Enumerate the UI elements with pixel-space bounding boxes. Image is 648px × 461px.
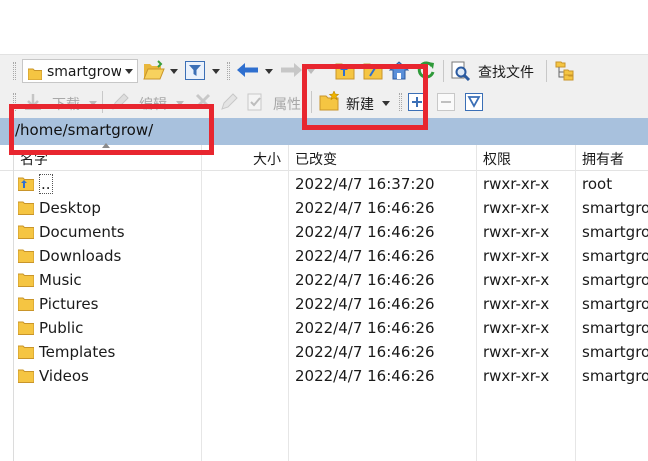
- collapse-icon: [437, 93, 455, 115]
- file-owner: root: [582, 175, 613, 193]
- toolbar-separator: [546, 60, 547, 82]
- folder-icon: [17, 200, 35, 219]
- file-name: Pictures: [39, 295, 99, 313]
- file-permissions: rwxr-xr-x: [483, 175, 550, 193]
- file-modified: 2022/4/7 16:46:26: [295, 271, 435, 289]
- column-header-modified[interactable]: 已改变: [295, 149, 337, 169]
- find-files-button[interactable]: 查找文件: [478, 62, 534, 82]
- file-owner: smartgrow: [582, 223, 648, 241]
- file-row[interactable]: Videos 2022/4/7 16:46:26 rwxr-xr-x smart…: [0, 364, 648, 388]
- file-owner: smartgrow: [582, 343, 648, 361]
- chevron-down-icon[interactable]: [212, 69, 220, 74]
- folder-tree-icon[interactable]: [555, 61, 575, 85]
- file-owner: smartgrow: [582, 247, 648, 265]
- file-modified: 2022/4/7 16:46:26: [295, 295, 435, 313]
- toolbar-separator: [443, 60, 444, 82]
- file-row[interactable]: Pictures 2022/4/7 16:46:26 rwxr-xr-x sma…: [0, 292, 648, 316]
- file-row[interactable]: Desktop 2022/4/7 16:46:26 rwxr-xr-x smar…: [0, 196, 648, 220]
- file-row[interactable]: Templates 2022/4/7 16:46:26 rwxr-xr-x sm…: [0, 340, 648, 364]
- file-owner: smartgrow: [582, 319, 648, 337]
- file-modified: 2022/4/7 16:46:26: [295, 223, 435, 241]
- file-name: Public: [39, 319, 84, 337]
- path-combo[interactable]: smartgrow: [22, 59, 138, 83]
- file-modified: 2022/4/7 16:37:20: [295, 175, 435, 193]
- folder-icon: [17, 224, 35, 243]
- file-list: .. 2022/4/7 16:37:20 rwxr-xr-x root Desk…: [0, 172, 648, 388]
- file-modified: 2022/4/7 16:46:26: [295, 367, 435, 385]
- file-owner: smartgrow: [582, 367, 648, 385]
- folder-icon: [17, 296, 35, 315]
- folder-icon: [17, 272, 35, 291]
- file-owner: smartgrow: [582, 295, 648, 313]
- parent-folder-icon: [17, 176, 35, 195]
- toolbar-grip[interactable]: [13, 62, 16, 80]
- toolbar-grip[interactable]: [227, 62, 230, 80]
- forward-arrow-icon: [280, 62, 302, 82]
- properties-icon: [246, 93, 264, 115]
- file-name: Downloads: [39, 247, 122, 265]
- file-permissions: rwxr-xr-x: [483, 343, 550, 361]
- column-header-size[interactable]: 大小: [253, 149, 281, 169]
- file-row[interactable]: Public 2022/4/7 16:46:26 rwxr-xr-x smart…: [0, 316, 648, 340]
- folder-icon: [17, 368, 35, 387]
- file-row[interactable]: .. 2022/4/7 16:37:20 rwxr-xr-x root: [0, 172, 648, 196]
- file-row[interactable]: Downloads 2022/4/7 16:46:26 rwxr-xr-x sm…: [0, 244, 648, 268]
- file-row[interactable]: Documents 2022/4/7 16:46:26 rwxr-xr-x sm…: [0, 220, 648, 244]
- folder-icon: [17, 320, 35, 339]
- file-row[interactable]: Music 2022/4/7 16:46:26 rwxr-xr-x smartg…: [0, 268, 648, 292]
- file-modified: 2022/4/7 16:46:26: [295, 199, 435, 217]
- column-header-owner[interactable]: 拥有者: [582, 149, 624, 169]
- file-permissions: rwxr-xr-x: [483, 271, 550, 289]
- chevron-down-icon[interactable]: [125, 69, 133, 74]
- file-permissions: rwxr-xr-x: [483, 199, 550, 217]
- highlight-box-address-path: [9, 104, 214, 155]
- file-permissions: rwxr-xr-x: [483, 295, 550, 313]
- file-name: ..: [39, 174, 53, 194]
- back-arrow-icon[interactable]: [237, 62, 259, 82]
- filter-icon[interactable]: [185, 61, 205, 84]
- file-name: Documents: [39, 223, 125, 241]
- file-modified: 2022/4/7 16:46:26: [295, 319, 435, 337]
- chevron-down-icon[interactable]: [265, 69, 273, 74]
- open-folder-icon[interactable]: [143, 60, 165, 84]
- file-name: Desktop: [39, 199, 101, 217]
- window-top-area: [0, 0, 648, 54]
- file-permissions: rwxr-xr-x: [483, 247, 550, 265]
- file-modified: 2022/4/7 16:46:26: [295, 343, 435, 361]
- file-name: Music: [39, 271, 82, 289]
- properties-button: 属性: [273, 97, 301, 113]
- file-owner: smartgrow: [582, 199, 648, 217]
- folder-icon: [17, 344, 35, 363]
- file-owner: smartgrow: [582, 271, 648, 289]
- column-header-permissions[interactable]: 权限: [483, 149, 511, 169]
- filter-icon[interactable]: [465, 93, 483, 115]
- file-permissions: rwxr-xr-x: [483, 367, 550, 385]
- file-permissions: rwxr-xr-x: [483, 223, 550, 241]
- file-name: Videos: [39, 367, 89, 385]
- chevron-down-icon[interactable]: [170, 69, 178, 74]
- folder-icon: [27, 65, 43, 84]
- file-name: Templates: [39, 343, 116, 361]
- folder-icon: [17, 248, 35, 267]
- path-combo-value: smartgrow: [47, 64, 121, 80]
- file-permissions: rwxr-xr-x: [483, 319, 550, 337]
- rename-icon: [220, 93, 238, 115]
- file-modified: 2022/4/7 16:46:26: [295, 247, 435, 265]
- find-files-icon[interactable]: [451, 61, 471, 85]
- highlight-box-new-button: [302, 64, 428, 130]
